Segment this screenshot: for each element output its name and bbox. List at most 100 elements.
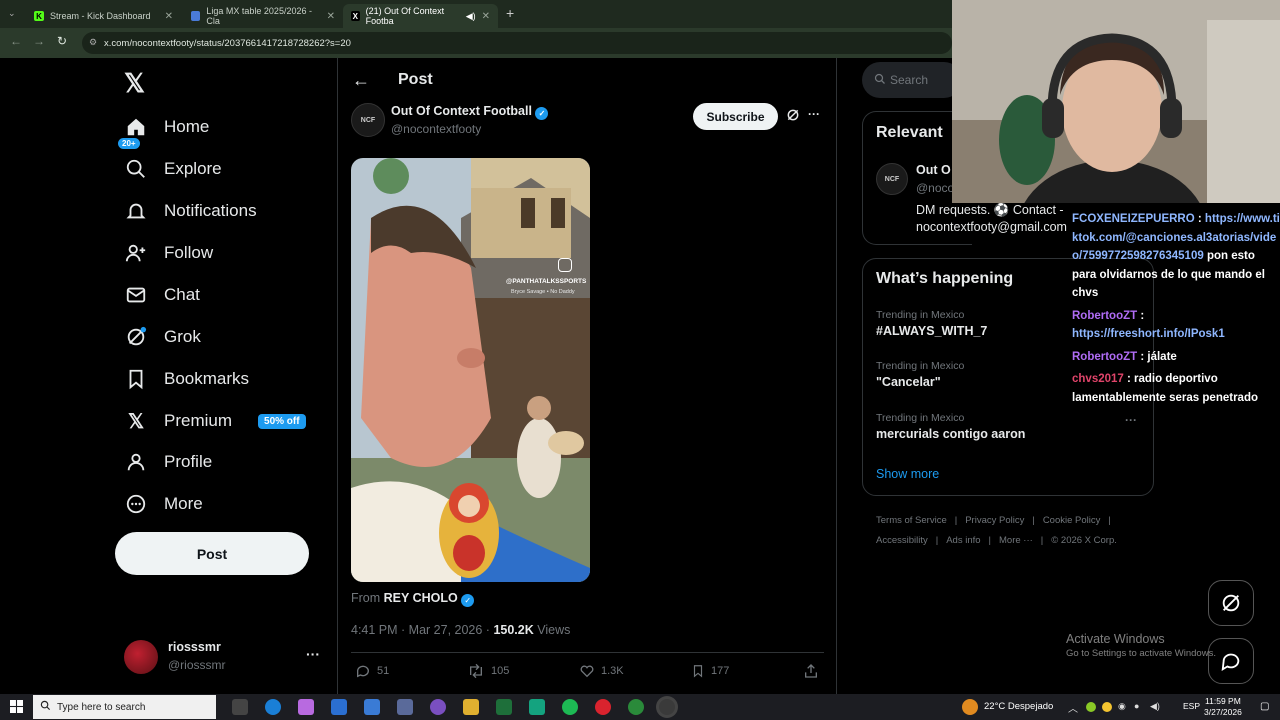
nav-explore[interactable]: Explore <box>124 151 222 187</box>
tab-liga-mx[interactable]: Liga MX table 2025/2026 - Cla ✕ <box>183 4 343 28</box>
footer-link[interactable]: More ··· <box>999 535 1033 546</box>
footer-link[interactable]: Privacy Policy <box>965 515 1024 526</box>
nav-profile[interactable]: Profile <box>124 444 212 480</box>
webcam-overlay <box>952 0 1280 203</box>
chat-message: RobertooZT : jálate <box>1072 350 1177 363</box>
bell-icon <box>124 199 148 223</box>
more-dots-icon[interactable]: ··· <box>808 107 820 121</box>
avatar <box>124 640 158 674</box>
mic-icon[interactable]: ● <box>1134 701 1139 711</box>
tray-app-icon[interactable] <box>1086 702 1096 712</box>
taskbar-search-input[interactable]: Type here to search <box>33 695 216 719</box>
tab-kick[interactable]: K Stream - Kick Dashboard ✕ <box>26 4 181 28</box>
tab-x-post[interactable]: X (21) Out Of Context Footba ◀) ✕ <box>343 4 498 28</box>
post-button[interactable]: Post <box>115 532 309 575</box>
vscode-icon[interactable] <box>397 699 413 715</box>
trend-item[interactable]: Trending in Mexico mercurials contigo aa… <box>876 412 1025 441</box>
nav-grok[interactable]: Grok <box>124 319 201 355</box>
more-circle-icon <box>124 492 148 516</box>
reply-button[interactable]: 51 <box>355 663 389 679</box>
more-dots-icon[interactable]: ··· <box>1125 413 1137 427</box>
mail-icon[interactable] <box>331 699 347 715</box>
nav-bookmarks[interactable]: Bookmarks <box>124 361 249 397</box>
like-button[interactable]: 1.3K <box>579 663 624 679</box>
input-language[interactable]: ESP <box>1183 701 1200 711</box>
profile-icon <box>124 450 148 474</box>
more-dots-icon[interactable]: ··· <box>306 646 320 662</box>
footer-link[interactable]: Terms of Service <box>876 515 947 526</box>
opera-icon[interactable] <box>595 699 611 715</box>
spotify-icon[interactable] <box>562 699 578 715</box>
chat-link[interactable]: https://freeshort.info/IPosk1 <box>1072 328 1225 340</box>
windows-start-icon[interactable] <box>10 700 23 718</box>
speaker-icon[interactable]: ◀) <box>466 11 476 22</box>
back-arrow-icon[interactable]: ← <box>352 70 370 91</box>
chrome-icon[interactable] <box>628 699 644 715</box>
site-info-icon[interactable]: ⚙ <box>89 37 97 48</box>
video-watermark: @PANTHATALKSSPORTS <box>506 278 587 285</box>
separator: | <box>1040 535 1044 546</box>
tab-search-icon[interactable]: ⌄ <box>8 8 16 19</box>
store-icon[interactable] <box>364 699 380 715</box>
excel-icon[interactable] <box>496 699 512 715</box>
footer-link[interactable]: Accessibility <box>876 535 928 546</box>
account-switcher[interactable]: riosssmr @riosssmr ··· <box>124 640 334 676</box>
verified-icon: ✓ <box>535 107 549 120</box>
tray-chevron-icon[interactable]: ︿ <box>1068 700 1078 715</box>
author-handle[interactable]: @nocontextfooty <box>391 122 481 136</box>
author-name-row[interactable]: Out Of Context Football ✓ <box>391 104 549 120</box>
nav-follow[interactable]: Follow <box>124 235 213 271</box>
clock[interactable]: 11:59 PM 3/27/2026 <box>1204 696 1242 718</box>
footer-link[interactable]: Cookie Policy <box>1043 515 1101 526</box>
post-timestamp[interactable]: 4:41 PM · Mar 27, 2026 · <box>351 623 490 637</box>
back-icon[interactable]: ← <box>10 34 22 48</box>
bookmark-button[interactable]: 177 <box>691 663 729 679</box>
copilot-icon[interactable] <box>298 699 314 715</box>
task-view-icon[interactable] <box>232 699 248 715</box>
grok-icon[interactable] <box>786 108 800 127</box>
url-field[interactable]: ⚙ x.com/nocontextfooty/status/2037661417… <box>82 32 952 54</box>
share-button[interactable] <box>803 663 819 679</box>
relevant-name[interactable]: Out O <box>916 163 951 177</box>
new-tab-button[interactable]: + <box>506 5 514 21</box>
footer-link[interactable]: Ads info <box>946 535 980 546</box>
chat-username: RobertooZT <box>1072 350 1138 363</box>
app-icon[interactable] <box>430 699 446 715</box>
chat-message: FCOXENEIZEPUERRO : https://www.tiktok.co… <box>1072 213 1280 299</box>
weather-text[interactable]: 22°C Despejado <box>984 701 1053 712</box>
close-icon[interactable]: ✕ <box>165 11 173 22</box>
volume-icon[interactable]: ◀) <box>1150 701 1160 712</box>
chat-text: jálate <box>1147 350 1177 363</box>
nav-premium[interactable]: 𝕏 Premium 50% off <box>124 403 306 439</box>
tray-app-icon[interactable] <box>1102 702 1112 712</box>
edge-icon[interactable] <box>265 699 281 715</box>
trend-item[interactable]: Trending in Mexico #ALWAYS_WITH_7 <box>876 309 987 338</box>
nav-notifications[interactable]: Notifications <box>124 193 257 229</box>
show-more-link[interactable]: Show more <box>876 467 939 481</box>
subscribe-button[interactable]: Subscribe <box>693 103 778 130</box>
search-input[interactable]: Search <box>862 62 962 98</box>
x-logo-icon[interactable]: 𝕏 <box>124 68 145 99</box>
forward-icon[interactable]: → <box>33 34 45 48</box>
reload-icon[interactable]: ↻ <box>57 34 67 48</box>
nav-label: Bookmarks <box>164 369 250 388</box>
chat-floating-button[interactable] <box>1208 638 1254 684</box>
folder-icon[interactable] <box>463 699 479 715</box>
video-source[interactable]: From REY CHOLO ✓ <box>351 591 475 607</box>
repost-button[interactable]: 105 <box>467 663 509 679</box>
bookmark-icon <box>124 367 148 391</box>
author-avatar[interactable]: NCF <box>351 103 385 137</box>
network-icon[interactable]: ◉ <box>1118 701 1126 712</box>
nav-more[interactable]: More <box>124 486 203 522</box>
notification-center-icon[interactable]: ▢ <box>1260 701 1269 712</box>
obs-icon[interactable] <box>659 699 675 715</box>
close-icon[interactable]: ✕ <box>327 11 335 22</box>
relevant-avatar[interactable]: NCF <box>876 163 908 195</box>
close-icon[interactable]: ✕ <box>482 11 490 22</box>
post-video[interactable]: @PANTHATALKSSPORTS Bryce Savage • No Dad… <box>351 158 590 582</box>
app-icon[interactable] <box>529 699 545 715</box>
trend-item[interactable]: Trending in Mexico "Cancelar" <box>876 360 964 389</box>
grok-floating-button[interactable] <box>1208 580 1254 626</box>
nav-chat[interactable]: Chat <box>124 277 200 313</box>
windows-taskbar: Type here to search 22°C Despejado ︿ ◉ ●… <box>0 694 1280 720</box>
